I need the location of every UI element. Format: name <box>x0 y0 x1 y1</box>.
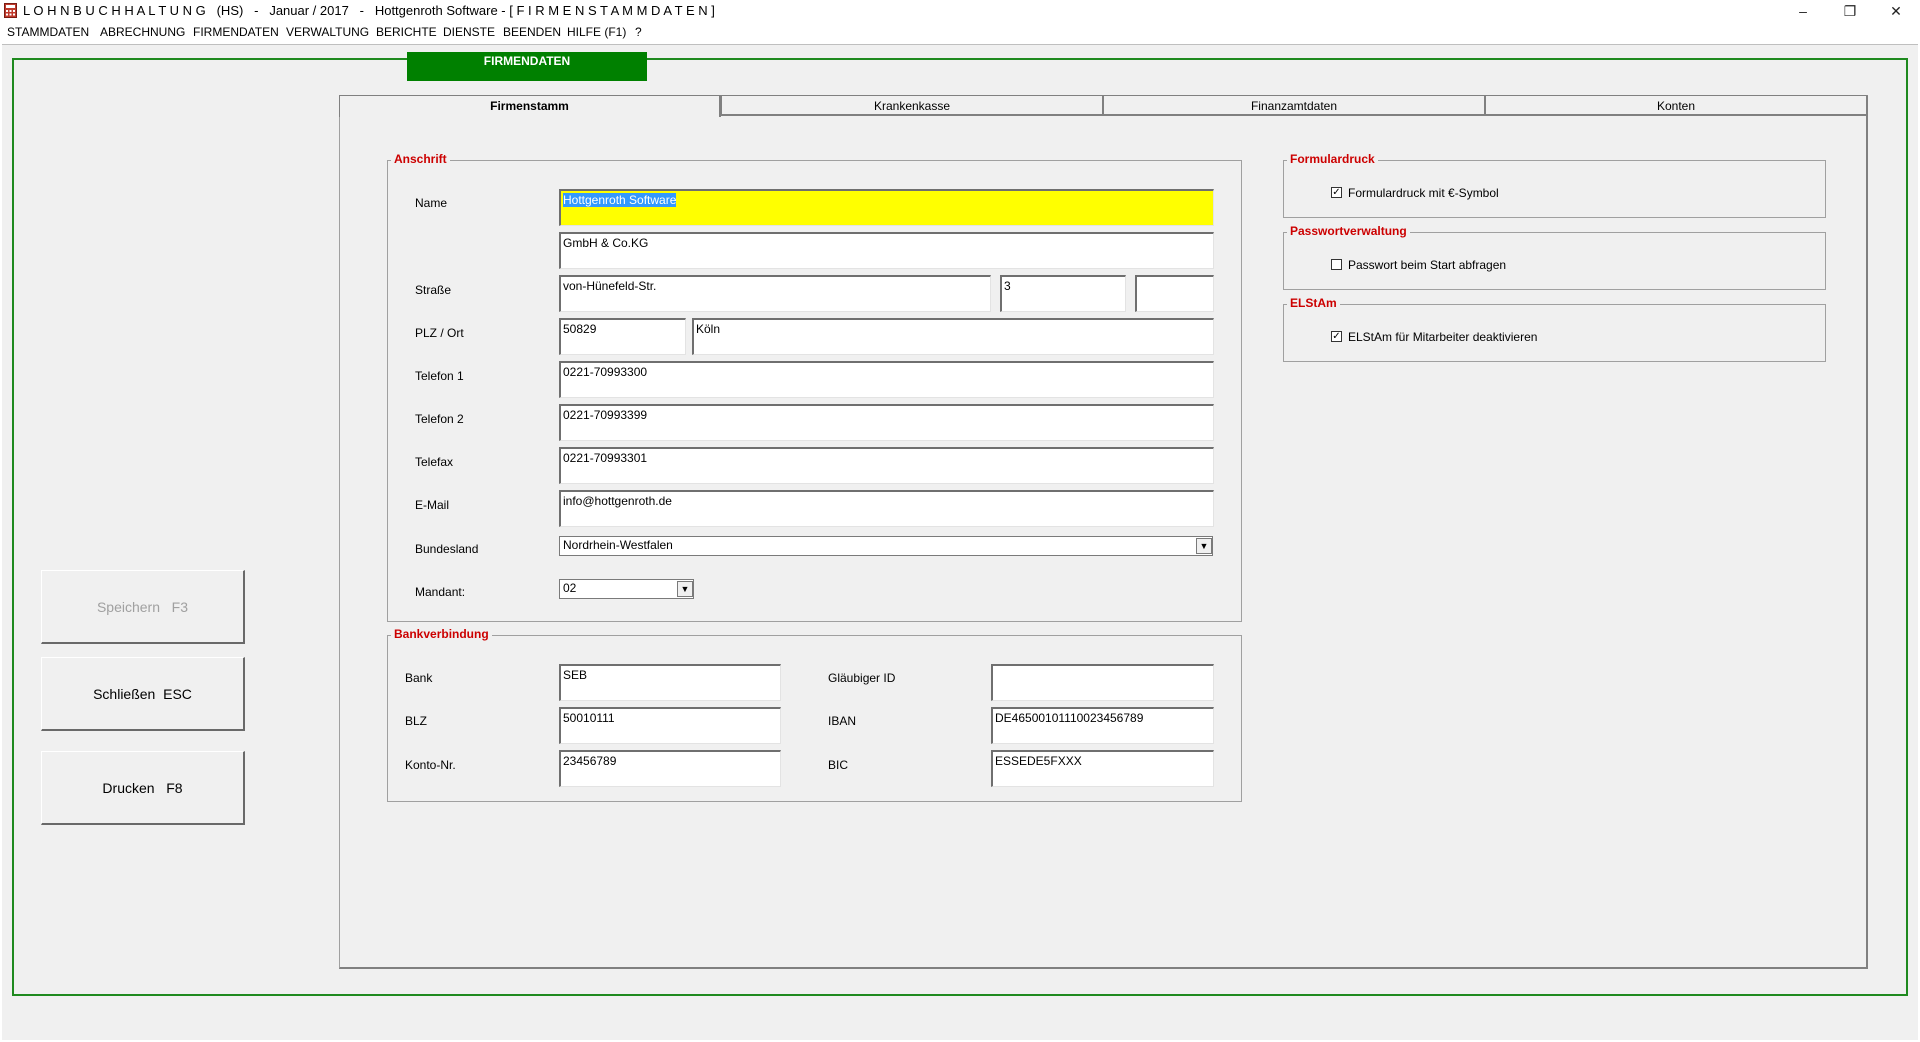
tab-konten[interactable]: Konten <box>1485 95 1867 116</box>
tab-finanzamtdaten[interactable]: Finanzamtdaten <box>1103 95 1485 116</box>
menu-hilfe[interactable]: HILFE (F1) <box>567 25 626 39</box>
mandant-dropdown-icon[interactable]: ▼ <box>677 581 693 597</box>
elstam-label: ELStAm für Mitarbeiter deaktivieren <box>1348 330 1538 344</box>
formulardruck-checkbox[interactable]: ✓ <box>1331 187 1342 198</box>
menu-stammdaten[interactable]: STAMMDATEN <box>7 25 89 39</box>
window-title: L O H N B U C H H A L T U N G (HS) - Jan… <box>23 3 715 18</box>
ort-field[interactable]: Köln <box>692 318 1214 355</box>
plz-ort-label: PLZ / Ort <box>415 326 464 340</box>
iban-field[interactable]: DE46500101110023456789 <box>991 707 1214 744</box>
title-bar: L O H N B U C H H A L T U N G (HS) - Jan… <box>0 0 1920 22</box>
bank-label: Bank <box>405 671 433 685</box>
minimize-button[interactable]: – <box>1780 0 1826 22</box>
formulardruck-label: Formulardruck mit €-Symbol <box>1348 186 1499 200</box>
passwort-title: Passwortverwaltung <box>1287 224 1410 238</box>
bundesland-select[interactable]: Nordrhein-Westfalen <box>559 536 1213 556</box>
bank-title: Bankverbindung <box>391 627 492 641</box>
telefax-field[interactable]: 0221-70993301 <box>559 447 1214 484</box>
glaeubiger-field[interactable] <box>991 664 1214 701</box>
plz-field[interactable]: 50829 <box>559 318 686 355</box>
app-calculator-icon <box>4 3 17 18</box>
tab-krankenkasse[interactable]: Krankenkasse <box>721 95 1103 116</box>
email-field[interactable]: info@hottgenroth.de <box>559 490 1214 527</box>
bic-label: BIC <box>828 758 849 772</box>
blz-label: BLZ <box>405 714 428 728</box>
blz-field[interactable]: 50010111 <box>559 707 781 744</box>
name-value: Hottgenroth Software <box>563 193 677 207</box>
telefon2-label: Telefon 2 <box>415 412 464 426</box>
strasse-field[interactable]: von-Hünefeld-Str. <box>559 275 991 312</box>
strasse-label: Straße <box>415 283 452 297</box>
konto-field[interactable]: 23456789 <box>559 750 781 787</box>
telefon1-label: Telefon 1 <box>415 369 464 383</box>
menu-help-question[interactable]: ? <box>635 25 642 39</box>
name2-field[interactable]: GmbH & Co.KG <box>559 232 1214 269</box>
menu-dienste[interactable]: DIENSTE <box>443 25 495 39</box>
name-label: Name <box>415 196 448 210</box>
menu-abrechnung[interactable]: ABRECHNUNG <box>100 25 185 39</box>
passwort-checkbox[interactable] <box>1331 259 1342 270</box>
email-label: E-Mail <box>415 498 450 512</box>
telefon2-field[interactable]: 0221-70993399 <box>559 404 1214 441</box>
formulardruck-title: Formulardruck <box>1287 152 1378 166</box>
telefon1-field[interactable]: 0221-70993300 <box>559 361 1214 398</box>
bank-field[interactable]: SEB <box>559 664 781 701</box>
save-button[interactable]: Speichern F3 <box>41 570 245 644</box>
menu-berichte[interactable]: BERICHTE <box>376 25 437 39</box>
bic-field[interactable]: ESSEDE5FXXX <box>991 750 1214 787</box>
bundesland-label: Bundesland <box>415 542 479 556</box>
section-header: FIRMENDATEN <box>407 52 647 81</box>
name-field[interactable]: Hottgenroth Software <box>559 189 1214 226</box>
close-button[interactable]: Schließen ESC <box>41 657 245 731</box>
elstam-checkbox[interactable]: ✓ <box>1331 331 1342 342</box>
glaeubiger-label: Gläubiger ID <box>828 671 896 685</box>
iban-label: IBAN <box>828 714 857 728</box>
restore-button[interactable]: ❐ <box>1827 0 1873 22</box>
mandant-label: Mandant: <box>415 585 466 599</box>
mandant-select[interactable]: 02 <box>559 579 694 599</box>
hausnummer-zusatz-field[interactable] <box>1135 275 1214 312</box>
menu-verwaltung[interactable]: VERWALTUNG <box>286 25 369 39</box>
close-window-button[interactable]: ✕ <box>1873 0 1919 22</box>
menu-beenden[interactable]: BEENDEN <box>503 25 561 39</box>
telefax-label: Telefax <box>415 455 454 469</box>
konto-label: Konto-Nr. <box>405 758 456 772</box>
passwort-label: Passwort beim Start abfragen <box>1348 258 1507 272</box>
tab-firmenstamm[interactable]: Firmenstamm <box>339 95 721 117</box>
print-button[interactable]: Drucken F8 <box>41 751 245 825</box>
menu-bar: STAMMDATEN ABRECHNUNG FIRMENDATEN VERWAL… <box>0 22 1920 44</box>
hausnummer-field[interactable]: 3 <box>1000 275 1126 312</box>
elstam-title: ELStAm <box>1287 296 1340 310</box>
menu-firmendaten[interactable]: FIRMENDATEN <box>193 25 279 39</box>
bundesland-dropdown-icon[interactable]: ▼ <box>1196 538 1212 554</box>
anschrift-title: Anschrift <box>391 152 450 166</box>
